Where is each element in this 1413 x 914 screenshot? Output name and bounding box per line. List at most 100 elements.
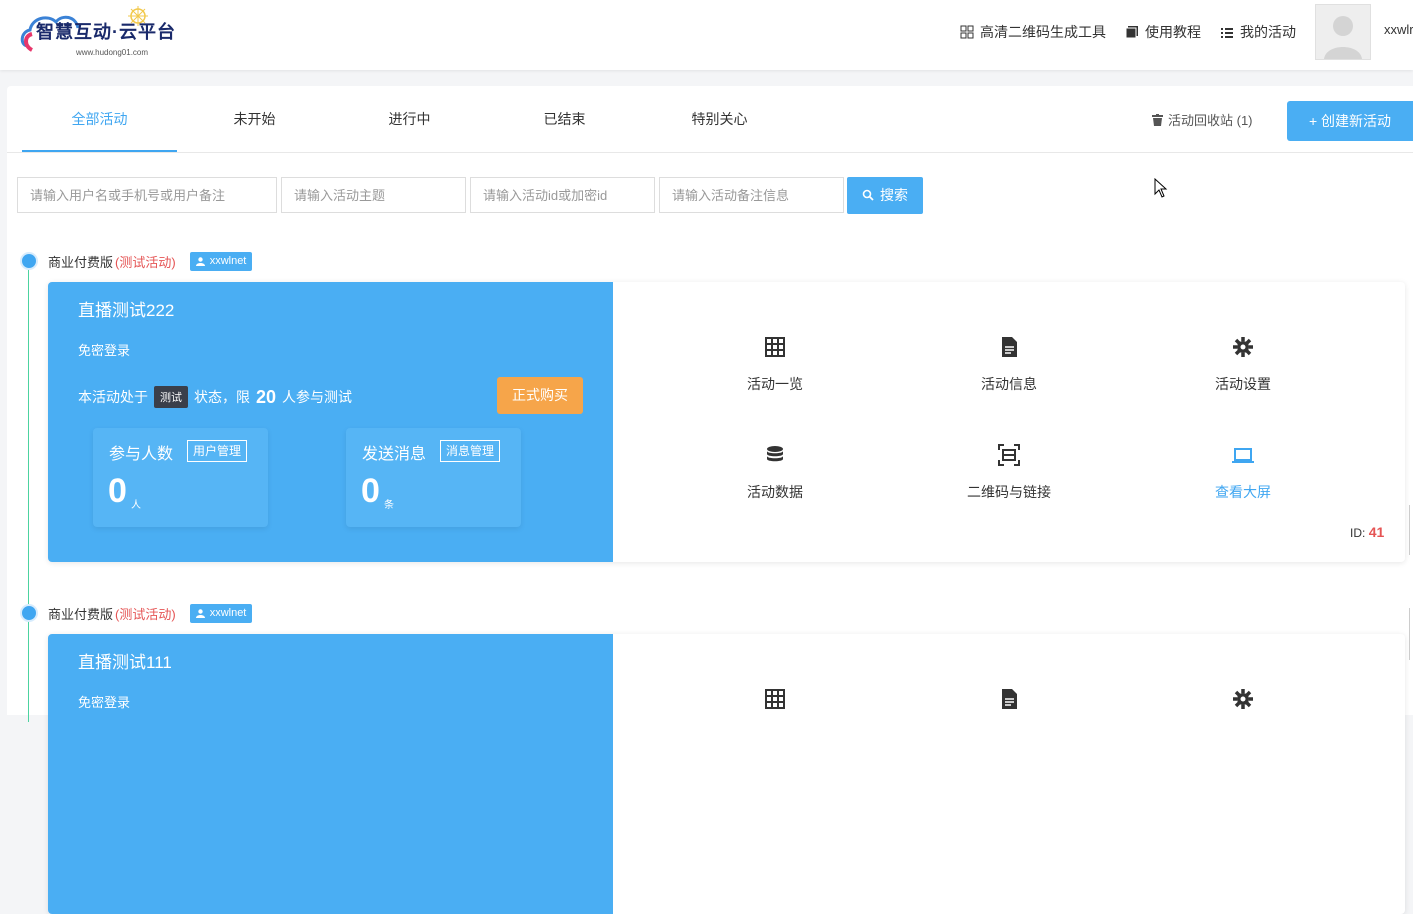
status-prefix: 本活动处于 — [78, 389, 148, 405]
user-silhouette-icon — [1316, 5, 1370, 59]
tab-all[interactable]: 全部活动 — [22, 86, 177, 152]
nav-label: 使用教程 — [1145, 24, 1201, 40]
trash-icon — [1152, 113, 1163, 126]
messages-label: 发送消息 — [362, 446, 427, 463]
messages-unit: 条 — [384, 500, 394, 511]
menu-label: 二维码与链接 — [967, 484, 1051, 500]
login-type: 免密登录 — [78, 343, 131, 358]
activity-header: 商业付费版 (测试活动) xxwlnet — [48, 604, 253, 623]
activity-card: 直播测试111 免密登录 — [48, 634, 1405, 914]
participant-limit: 20 — [256, 386, 277, 407]
user-management-button[interactable]: 用户管理 — [187, 440, 248, 462]
menu-label: 活动数据 — [747, 484, 803, 500]
menu-label: 查看大屏 — [1215, 484, 1271, 500]
note-search-input[interactable] — [659, 177, 844, 213]
login-type: 免密登录 — [78, 695, 131, 710]
menu-qrcode-link[interactable]: 二维码与链接 — [949, 444, 1069, 502]
nav-qrcode-tool[interactable]: 高清二维码生成工具 — [960, 22, 1106, 42]
participants-stat: 参与人数 用户管理 0 人 — [93, 428, 268, 527]
owner-badge[interactable]: xxwlnet — [189, 252, 253, 271]
test-tag: (测试活动) — [115, 255, 176, 270]
id-search-input[interactable] — [470, 177, 655, 213]
tab-ended[interactable]: 已结束 — [487, 86, 642, 152]
tab-bar: 全部活动 未开始 进行中 已结束 特别关心 活动回收站 (1) + 创建新活动 — [7, 86, 1413, 153]
search-icon — [862, 189, 874, 201]
search-button-label: 搜索 — [880, 187, 908, 203]
owner-name: xxwlnet — [209, 607, 247, 619]
menu-activity-info[interactable]: 活动信息 — [949, 336, 1069, 394]
avatar[interactable] — [1315, 4, 1371, 60]
grid-icon — [960, 25, 974, 39]
status-suffix: 人参与测试 — [282, 389, 353, 405]
activity-id: ID: 41 — [1350, 524, 1384, 540]
scrollbar-edge[interactable] — [1409, 505, 1413, 555]
timeline-line — [28, 262, 29, 722]
create-activity-button[interactable]: + 创建新活动 — [1287, 101, 1413, 141]
main-panel: 全部活动 未开始 进行中 已结束 特别关心 活动回收站 (1) + 创建新活动 … — [7, 86, 1413, 914]
nav-label: 高清二维码生成工具 — [980, 24, 1106, 40]
database-icon — [767, 446, 783, 462]
activity-header: 商业付费版 (测试活动) xxwlnet — [48, 252, 253, 271]
logo-subtext: www.hudong01.com — [76, 48, 149, 57]
menu-activity-info[interactable] — [949, 688, 1069, 726]
nav-tutorial[interactable]: 使用教程 — [1125, 22, 1201, 42]
gear-icon — [1233, 337, 1253, 357]
scrollbar-edge[interactable] — [1409, 608, 1413, 660]
activity-summary: 直播测试222 免密登录 本活动处于 测试 状态，限 20 人参与测试 正式购买… — [48, 282, 613, 562]
menu-activity-overview[interactable]: 活动一览 — [715, 336, 835, 394]
search-button[interactable]: 搜索 — [847, 177, 923, 214]
menu-label: 活动设置 — [1215, 376, 1271, 392]
participants-label: 参与人数 — [109, 446, 174, 463]
edition-label: 商业付费版 — [48, 255, 114, 270]
menu-label: 活动一览 — [747, 376, 803, 392]
message-management-button[interactable]: 消息管理 — [440, 440, 501, 462]
gear-icon — [1233, 689, 1253, 709]
recycle-bin-link[interactable]: 活动回收站 (1) — [1152, 110, 1253, 129]
menu-activity-settings[interactable]: 活动设置 — [1183, 336, 1303, 394]
menu-activity-overview[interactable] — [715, 688, 835, 726]
user-search-input[interactable] — [17, 177, 277, 213]
user-icon — [195, 257, 205, 266]
tab-not-started[interactable]: 未开始 — [177, 86, 332, 152]
activity-title[interactable]: 直播测试111 — [78, 648, 172, 673]
menu-activity-data[interactable]: 活动数据 — [715, 444, 835, 502]
menu-big-screen[interactable]: 查看大屏 — [1183, 444, 1303, 502]
nav-my-activities[interactable]: 我的活动 — [1220, 22, 1296, 42]
list-icon — [1221, 28, 1233, 38]
buy-button[interactable]: 正式购买 — [497, 377, 583, 414]
owner-badge[interactable]: xxwlnet — [189, 604, 253, 623]
status-mid: 状态，限 — [194, 389, 250, 405]
book-icon — [1125, 26, 1138, 39]
scan-icon — [998, 444, 1020, 466]
table-icon — [765, 337, 785, 357]
messages-value: 0 — [361, 472, 380, 510]
username[interactable]: xxwlr — [1384, 22, 1413, 37]
document-icon — [1002, 689, 1017, 709]
id-value: 41 — [1368, 524, 1385, 540]
mouse-cursor-icon — [1154, 178, 1168, 198]
participants-unit: 人 — [131, 500, 141, 511]
logo[interactable]: 智慧互动·云平台 www.hudong01.com — [18, 6, 178, 62]
edition-label: 商业付费版 — [48, 607, 114, 622]
top-header: 智慧互动·云平台 www.hudong01.com 高清二维码生成工具 使用教程… — [0, 0, 1413, 70]
owner-name: xxwlnet — [209, 255, 247, 267]
document-icon — [1002, 337, 1017, 357]
activity-status: 本活动处于 测试 状态，限 20 人参与测试 — [78, 386, 352, 408]
messages-stat: 发送消息 消息管理 0 条 — [346, 428, 521, 527]
activity-card: 直播测试222 免密登录 本活动处于 测试 状态，限 20 人参与测试 正式购买… — [48, 282, 1405, 562]
menu-activity-settings[interactable] — [1183, 688, 1303, 726]
laptop-icon — [1232, 448, 1254, 463]
tab-in-progress[interactable]: 进行中 — [332, 86, 487, 152]
menu-label: 活动信息 — [981, 376, 1037, 392]
recycle-label: 活动回收站 (1) — [1168, 113, 1253, 128]
tab-special-care[interactable]: 特别关心 — [642, 86, 797, 152]
activity-title[interactable]: 直播测试222 — [78, 296, 174, 321]
participants-value: 0 — [108, 472, 127, 510]
timeline-dot — [20, 252, 38, 270]
timeline-dot — [20, 604, 38, 622]
table-icon — [765, 689, 785, 709]
activity-summary: 直播测试111 免密登录 — [48, 634, 613, 914]
topic-search-input[interactable] — [281, 177, 466, 213]
status-badge: 测试 — [154, 386, 188, 408]
logo-text: 智慧互动·云平台 — [36, 22, 176, 42]
